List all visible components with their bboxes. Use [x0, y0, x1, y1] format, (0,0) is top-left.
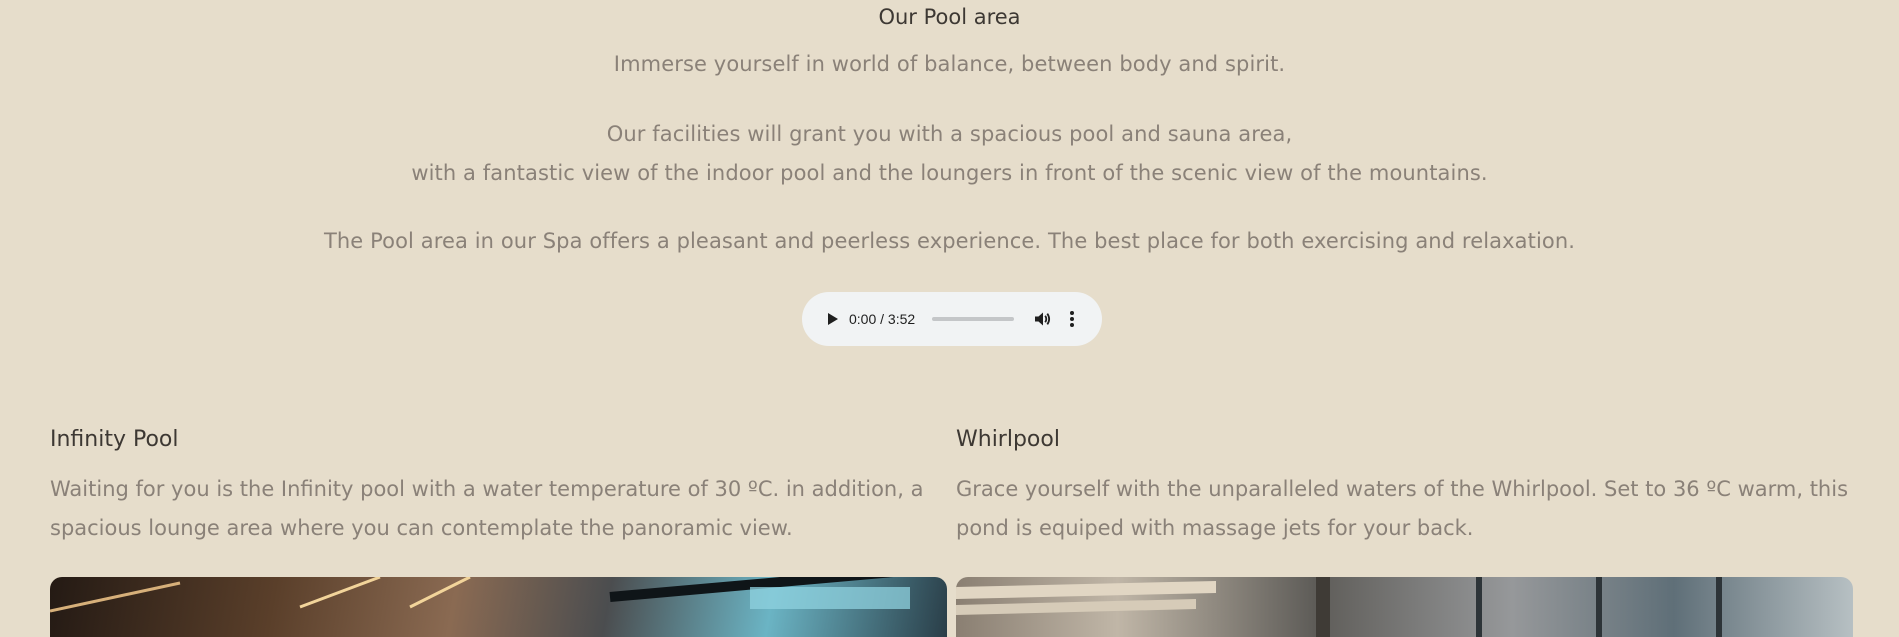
section-title: Whirlpool	[956, 427, 1060, 452]
volume-icon[interactable]	[1032, 309, 1052, 329]
audio-progress-bar[interactable]	[932, 317, 1014, 321]
infinity-pool-section: Infinity Pool Waiting for you is the Inf…	[50, 420, 948, 548]
whirlpool-photo	[956, 577, 1853, 637]
section-title: Infinity Pool	[50, 427, 179, 452]
section-description: Grace yourself with the unparalleled wat…	[956, 477, 1849, 540]
page-title: Our Pool area	[878, 5, 1021, 29]
audio-time: 0:00 / 3:52	[849, 311, 916, 327]
facilities-line-1: Our facilities will grant you with a spa…	[606, 122, 1293, 146]
infinity-pool-photo	[50, 577, 947, 637]
facilities-paragraph: Our facilities will grant you with a spa…	[0, 115, 1899, 193]
more-options-icon[interactable]	[1068, 309, 1076, 329]
whirlpool-section: Whirlpool Grace yourself with the unpara…	[956, 420, 1854, 548]
audio-player[interactable]: 0:00 / 3:52	[802, 292, 1102, 346]
experience-paragraph: The Pool area in our Spa offers a pleasa…	[323, 229, 1576, 253]
facilities-line-2: with a fantastic view of the indoor pool…	[411, 161, 1488, 185]
play-icon[interactable]	[824, 311, 840, 327]
section-description: Waiting for you is the Infinity pool wit…	[50, 477, 924, 540]
intro-paragraph: Immerse yourself in world of balance, be…	[613, 52, 1286, 76]
